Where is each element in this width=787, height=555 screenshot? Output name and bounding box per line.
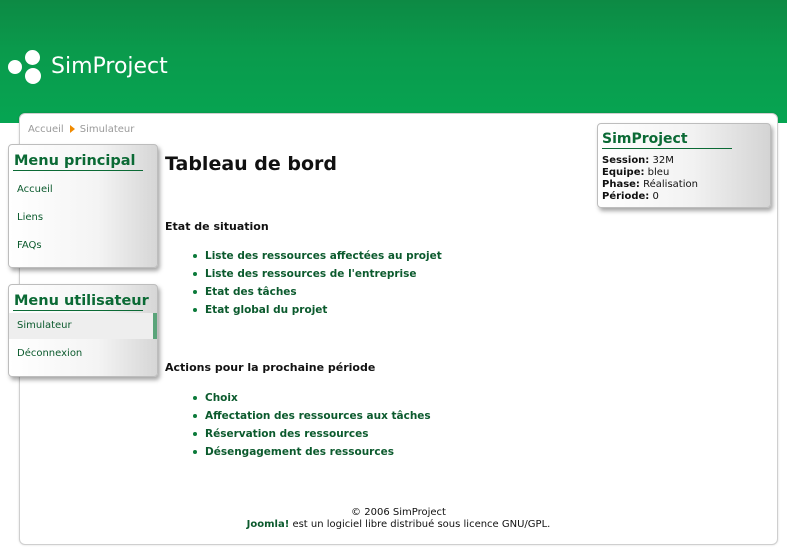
bullet-icon [193, 254, 197, 258]
bullet-icon [193, 308, 197, 312]
menu-utilisateur-title: Menu utilisateur [14, 293, 149, 309]
menu-item-simulateur[interactable]: Simulateur [9, 313, 157, 339]
info-row-equipe: Equipe: bleu [602, 167, 669, 179]
info-label: Equipe: [602, 167, 645, 178]
info-value: Réalisation [643, 179, 698, 190]
footer-license: Joomla! est un logiciel libre distribué … [20, 519, 777, 531]
menu-principal-title: Menu principal [14, 153, 136, 169]
menu-item-deconnexion[interactable]: Déconnexion [9, 341, 155, 367]
info-value: 0 [652, 191, 659, 202]
site-footer: © 2006 SimProject Joomla! est un logicie… [20, 507, 777, 543]
link-label[interactable]: Liste des ressources affectées au projet [205, 250, 442, 262]
bullet-icon [193, 272, 197, 276]
footer-license-text: est un logiciel libre distribué sous lic… [289, 519, 551, 530]
breadcrumb-item-simulateur: Simulateur [79, 124, 135, 135]
breadcrumb-item-accueil[interactable]: Accueil [28, 124, 64, 135]
link-label[interactable]: Choix [205, 392, 238, 404]
breadcrumb: Accueil Simulateur [28, 124, 134, 135]
info-row-periode: Période: 0 [602, 191, 659, 203]
site-header: SimProject [0, 0, 787, 123]
link-label[interactable]: Affectation des ressources aux tâches [205, 410, 431, 422]
divider [13, 170, 143, 171]
link-label[interactable]: Etat global du projet [205, 304, 327, 316]
divider [602, 148, 732, 149]
section-title-etat: Etat de situation [165, 220, 269, 233]
menu-item-liens[interactable]: Liens [9, 205, 155, 231]
bullet-icon [193, 450, 197, 454]
info-box-title: SimProject [602, 131, 688, 147]
link-label[interactable]: Réservation des ressources [205, 428, 368, 440]
bullet-icon [193, 432, 197, 436]
link-liste-ressources-affectees[interactable]: Liste des ressources affectées au projet [193, 247, 442, 265]
link-liste-ressources-entreprise[interactable]: Liste des ressources de l'entreprise [193, 265, 442, 283]
info-label: Session: [602, 155, 650, 166]
bullet-icon [193, 414, 197, 418]
link-etat-taches[interactable]: Etat des tâches [193, 283, 442, 301]
info-row-phase: Phase: Réalisation [602, 179, 698, 191]
menu-item-accueil[interactable]: Accueil [9, 177, 155, 203]
menu-principal: Menu principal Accueil Liens FAQs [8, 144, 158, 268]
joomla-link[interactable]: Joomla! [247, 519, 290, 530]
link-affectation-ressources[interactable]: Affectation des ressources aux tâches [193, 407, 431, 425]
link-label[interactable]: Etat des tâches [205, 286, 297, 298]
project-info-box: SimProject Session: 32M Equipe: bleu Pha… [597, 123, 771, 208]
bullet-icon [193, 290, 197, 294]
logo-icon [8, 50, 44, 84]
divider [13, 310, 143, 311]
page-title: Tableau de bord [165, 153, 338, 175]
info-label: Phase: [602, 179, 640, 190]
section-title-actions: Actions pour la prochaine période [165, 361, 376, 374]
info-row-session: Session: 32M [602, 155, 674, 167]
link-desengagement-ressources[interactable]: Désengagement des ressources [193, 443, 431, 461]
breadcrumb-arrow-icon [69, 125, 75, 133]
info-value: 32M [652, 155, 674, 166]
link-reservation-ressources[interactable]: Réservation des ressources [193, 425, 431, 443]
link-label[interactable]: Désengagement des ressources [205, 446, 394, 458]
link-label[interactable]: Liste des ressources de l'entreprise [205, 268, 416, 280]
menu-item-faqs[interactable]: FAQs [9, 233, 155, 259]
info-value: bleu [647, 167, 670, 178]
link-choix[interactable]: Choix [193, 389, 431, 407]
link-list-actions: Choix Affectation des ressources aux tâc… [193, 389, 431, 461]
menu-utilisateur: Menu utilisateur Simulateur Déconnexion [8, 284, 158, 377]
bullet-icon [193, 396, 197, 400]
link-etat-global[interactable]: Etat global du projet [193, 301, 442, 319]
site-name[interactable]: SimProject [51, 54, 168, 79]
info-label: Période: [602, 191, 650, 202]
footer-copyright: © 2006 SimProject [351, 507, 446, 518]
link-list-etat: Liste des ressources affectées au projet… [193, 247, 442, 319]
